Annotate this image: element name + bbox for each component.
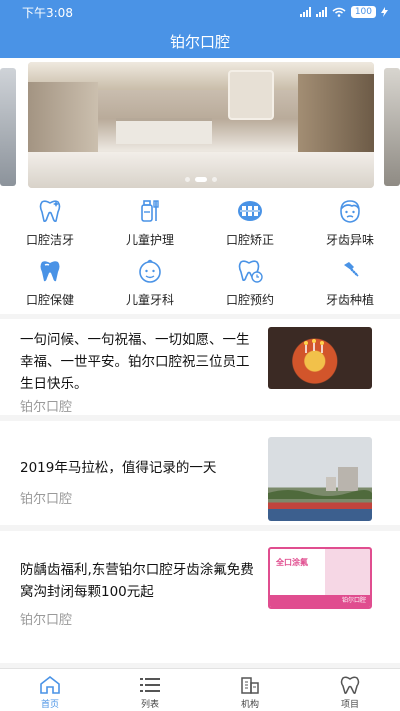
tab-list[interactable]: 列表 xyxy=(100,669,200,711)
child-face-icon xyxy=(135,256,165,286)
tab-label: 机构 xyxy=(240,700,259,710)
promo-headline: 全口涂氟 xyxy=(276,558,308,567)
banner-prev-peek[interactable] xyxy=(0,68,16,186)
tooth-clean-icon xyxy=(35,196,65,226)
article-source: 铂尔口腔 xyxy=(20,613,73,628)
category-label: 牙齿种植 xyxy=(325,293,374,307)
article-item-birthday[interactable]: 一句问候、一句祝福、一切如愿、一生幸福、一世平安。铂尔口腔祝三位员工生日快乐。 … xyxy=(0,319,400,415)
article-item-marathon[interactable]: 2019年马拉松，值得记录的一天 铂尔口腔 xyxy=(0,421,400,525)
birthday-cake-image xyxy=(268,327,372,389)
tab-institution[interactable]: 机构 xyxy=(200,669,300,711)
category-grid: 口腔洁牙 儿童护理 口腔矫正 牙齿异味 口腔保健 儿童牙科 口腔预约 牙齿种植 xyxy=(0,192,400,314)
category-label: 口腔预约 xyxy=(225,293,274,307)
signal-icon-2 xyxy=(315,7,327,17)
tab-projects[interactable]: 项目 xyxy=(300,669,400,711)
category-item-orthodontics[interactable]: 口腔矫正 xyxy=(200,192,300,252)
carousel-dot xyxy=(212,177,217,182)
tooth-clock-icon xyxy=(235,256,265,286)
category-label: 口腔洁牙 xyxy=(25,233,74,247)
category-label: 口腔保健 xyxy=(25,293,74,307)
category-item-oral-care[interactable]: 口腔保健 xyxy=(0,252,100,312)
list-icon xyxy=(138,674,162,696)
article-title: 一句问候、一句祝福、一切如愿、一生幸福、一世平安。铂尔口腔祝三位员工生日快乐。 xyxy=(20,332,250,392)
promo-logo: 铂尔口腔 xyxy=(341,597,366,604)
category-label: 口腔矫正 xyxy=(225,233,274,247)
status-time: 下午3:08 xyxy=(22,5,73,20)
wifi-icon xyxy=(332,7,346,17)
article-item-fluoride[interactable]: 防龋齿福利,东营铂尔口腔牙齿涂氟免费窝沟封闭每颗100元起 铂尔口腔 全口涂氟 … xyxy=(0,531,400,663)
status-bar: 下午3:08 100 xyxy=(0,0,400,24)
carousel-dot-active xyxy=(195,177,207,182)
banner-carousel[interactable] xyxy=(0,58,400,192)
tab-label: 项目 xyxy=(340,700,359,710)
face-odor-icon xyxy=(335,196,365,226)
braces-icon xyxy=(235,196,265,226)
category-item-implant[interactable]: 牙齿种植 xyxy=(300,252,400,312)
banner-next-peek[interactable] xyxy=(384,68,400,186)
article-source: 铂尔口腔 xyxy=(20,400,73,415)
category-item-pediatric[interactable]: 儿童牙科 xyxy=(100,252,200,312)
category-label: 儿童牙科 xyxy=(125,293,174,307)
home-icon xyxy=(38,674,62,696)
app-header: 下午3:08 100 铂尔口腔 xyxy=(0,0,400,58)
bottom-tab-bar: 首页 列表 机构 项目 xyxy=(0,668,400,711)
app-screen: 下午3:08 100 铂尔口腔 口腔洁牙 儿童护理 口腔矫正 牙齿异味 口腔保健… xyxy=(0,0,400,711)
article-source: 铂尔口腔 xyxy=(20,492,73,507)
battery-icon: 100 xyxy=(350,6,376,18)
signal-icon xyxy=(299,7,311,17)
category-label: 牙齿异味 xyxy=(325,233,374,247)
article-title: 2019年马拉松，值得记录的一天 xyxy=(20,460,217,476)
carousel-dots xyxy=(28,177,374,182)
fluoride-promo-image: 全口涂氟 铂尔口腔 xyxy=(268,547,372,609)
tab-home[interactable]: 首页 xyxy=(0,669,100,711)
category-item-cleaning[interactable]: 口腔洁牙 xyxy=(0,192,100,252)
portrait-image xyxy=(228,70,274,120)
tab-label: 首页 xyxy=(40,700,59,710)
category-item-child-care[interactable]: 儿童护理 xyxy=(100,192,200,252)
tab-label: 列表 xyxy=(140,700,159,710)
reception-desk-image xyxy=(116,118,212,144)
category-item-appointment[interactable]: 口腔预约 xyxy=(200,252,300,312)
tooth-care-icon xyxy=(35,256,65,286)
status-icons: 100 xyxy=(299,6,388,18)
category-label: 儿童护理 xyxy=(125,233,174,247)
marathon-crowd-image xyxy=(268,437,372,521)
toothpaste-icon xyxy=(135,196,165,226)
charging-icon xyxy=(381,7,388,17)
building-icon xyxy=(238,674,262,696)
category-item-bad-breath[interactable]: 牙齿异味 xyxy=(300,192,400,252)
tooth-icon xyxy=(338,674,362,696)
article-title: 防龋齿福利,东营铂尔口腔牙齿涂氟免费窝沟封闭每颗100元起 xyxy=(20,562,254,600)
implant-icon xyxy=(335,256,365,286)
page-title: 铂尔口腔 xyxy=(169,32,230,51)
banner-slide-clinic[interactable] xyxy=(28,62,374,188)
carousel-dot xyxy=(185,177,190,182)
